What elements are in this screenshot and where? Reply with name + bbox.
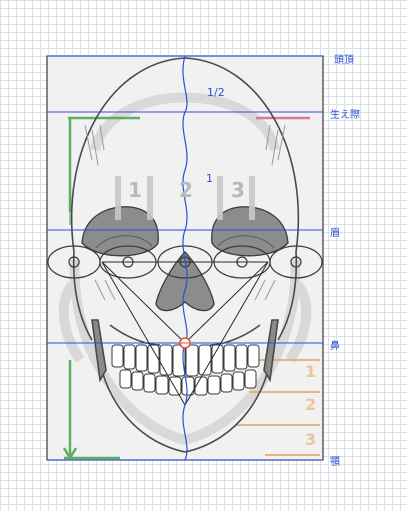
ratio-half: 1/2 — [207, 86, 225, 99]
side-numeral-1: 1 — [305, 362, 317, 381]
side-numeral-2: 2 — [305, 395, 317, 414]
third-numeral-3: 3 — [231, 178, 245, 202]
label-top-of-head: 頭頂 — [334, 55, 354, 66]
face-proportion-diagram — [46, 55, 324, 461]
canvas: 頭頂 生え際 眉 鼻 顎 1/2 1 1 2 3 1 2 3 — [0, 0, 407, 507]
third-numeral-1: 1 — [128, 178, 142, 202]
label-hairline: 生え際 — [330, 110, 360, 121]
side-numeral-3: 3 — [305, 430, 317, 449]
label-nose: 鼻 — [330, 341, 340, 352]
label-brow: 眉 — [330, 228, 340, 239]
label-chin: 顎 — [330, 457, 340, 468]
third-numeral-2: 2 — [179, 178, 193, 202]
nose-marker — [179, 337, 191, 349]
ratio-one: 1 — [206, 172, 213, 185]
